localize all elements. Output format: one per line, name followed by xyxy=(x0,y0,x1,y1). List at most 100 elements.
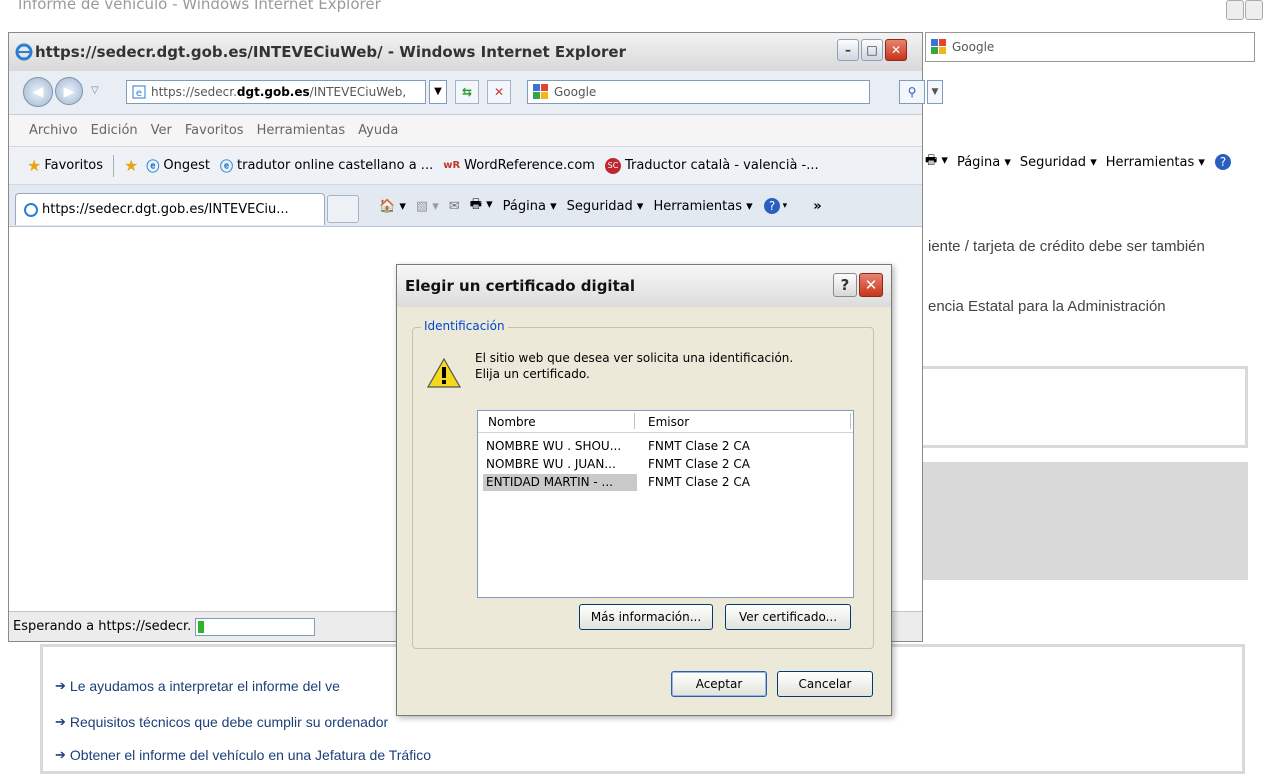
home-icon[interactable]: 🏠 ▾ xyxy=(379,199,406,214)
command-bar: 🏠 ▾ ▧ ▾ ✉ 🖶 ▾ Página ▾ Seguridad ▾ Herra… xyxy=(379,195,832,217)
background-link-interpret[interactable]: ➔ Le ayudamos a interpretar el informe de… xyxy=(55,678,340,694)
certificate-dialog: Elegir un certificado digital ? ✕ Identi… xyxy=(396,264,892,716)
page-menu[interactable]: Página ▾ xyxy=(503,199,557,214)
refresh-icon[interactable]: ⇆ xyxy=(455,80,479,104)
svg-text:?: ? xyxy=(768,199,774,213)
warning-icon xyxy=(427,358,461,388)
chevron-down-icon[interactable]: ▾ xyxy=(783,201,788,211)
progress-bar xyxy=(195,617,316,636)
favorite-link-ongest[interactable]: ⓔ Ongest xyxy=(146,156,210,175)
search-options-chevron-icon[interactable]: ▼ xyxy=(927,80,943,104)
minimize-icon[interactable] xyxy=(1226,0,1244,20)
column-divider[interactable] xyxy=(634,413,635,429)
help-icon[interactable]: ? xyxy=(763,197,781,215)
add-favorite-icon[interactable]: ★ xyxy=(124,156,138,175)
close-icon[interactable]: ✕ xyxy=(859,273,883,297)
print-icon[interactable]: 🖶 ▾ xyxy=(470,195,493,217)
favorite-link-traductor[interactable]: SC Traductor català - valencià -... xyxy=(604,157,819,174)
help-icon[interactable]: ? xyxy=(1214,153,1232,171)
accept-button[interactable]: Aceptar xyxy=(671,671,767,697)
tab-sedecr[interactable]: https://sedecr.dgt.gob.es/INTEVECiu... xyxy=(15,193,325,225)
url-input[interactable]: e https://sedecr. dgt.gob.es/INTEVECiuWeb… xyxy=(126,80,426,104)
search-input[interactable]: Google ⚲ ▼ xyxy=(527,80,943,104)
menu-ayuda[interactable]: Ayuda xyxy=(358,123,398,138)
background-text-line2: encia Estatal para la Administración xyxy=(928,298,1166,315)
menu-herramientas[interactable]: Herramientas xyxy=(257,123,346,138)
background-window-title: Informe de vehículo - Windows Internet E… xyxy=(18,0,381,13)
maximize-icon[interactable] xyxy=(1245,0,1263,20)
chevron-down-icon[interactable]: ▽ xyxy=(91,85,99,96)
arrow-icon: ➔ xyxy=(55,714,66,729)
forward-icon[interactable]: ▶ xyxy=(55,77,83,105)
tools-menu[interactable]: Herramientas ▾ xyxy=(653,199,752,214)
column-divider xyxy=(850,413,851,429)
background-page-menu[interactable]: Página ▾ xyxy=(957,155,1011,170)
background-panel xyxy=(905,366,1248,448)
background-window-buttons xyxy=(1225,0,1265,22)
svg-text:?: ? xyxy=(1220,155,1226,169)
background-tools-menu[interactable]: Herramientas ▾ xyxy=(1106,155,1205,170)
menu-ver[interactable]: Ver xyxy=(151,123,172,138)
background-link-requirements[interactable]: ➔ Requisitos técnicos que debe cumplir su… xyxy=(55,714,388,730)
loading-icon xyxy=(24,202,38,217)
maximize-icon[interactable]: □ xyxy=(861,39,883,61)
group-label: Identificación xyxy=(421,319,508,333)
background-command-bar: 🖶 ▾ Página ▾ Seguridad ▾ Herramientas ▾ … xyxy=(925,148,1265,176)
more-info-button[interactable]: Más información... xyxy=(579,604,713,630)
ie-title-bar: https://sedecr.dgt.gob.es/INTEVECiuWeb/ … xyxy=(9,33,922,71)
ie-window-title: https://sedecr.dgt.gob.es/INTEVECiuWeb/ … xyxy=(35,43,627,61)
list-item[interactable]: NOMBRE WU . JUAN... FNMT Clase 2 CA xyxy=(484,455,844,473)
list-item-selected[interactable]: ENTIDAD MARTIN - ... FNMT Clase 2 CA xyxy=(483,473,844,491)
back-icon[interactable]: ◀ xyxy=(23,77,53,107)
star-icon: ★ xyxy=(27,156,42,175)
help-question-icon[interactable]: ? xyxy=(833,273,857,297)
menu-bar: Archivo Edición Ver Favoritos Herramient… xyxy=(9,115,922,147)
progress-fill xyxy=(198,620,205,633)
menu-edicion[interactable]: Edición xyxy=(91,123,138,138)
minimize-icon[interactable]: – xyxy=(837,39,859,61)
softcatala-icon: SC xyxy=(604,157,621,174)
background-security-menu[interactable]: Seguridad ▾ xyxy=(1020,155,1097,170)
page-icon: ⓔ xyxy=(146,160,160,175)
arrow-icon: ➔ xyxy=(55,678,66,693)
page-icon: e xyxy=(132,85,146,99)
ie-icon xyxy=(15,43,33,61)
cancel-button[interactable]: Cancelar xyxy=(777,671,873,697)
rss-icon[interactable]: ▧ ▾ xyxy=(416,199,439,214)
url-dropdown-button[interactable]: ▼ xyxy=(429,80,447,104)
list-header: Nombre Emisor xyxy=(478,411,853,433)
dialog-title-bar: Elegir un certificado digital ? ✕ xyxy=(397,265,891,307)
column-header-emisor[interactable]: Emisor xyxy=(648,415,689,429)
column-header-nombre[interactable]: Nombre xyxy=(488,415,536,429)
favorite-link-wordreference[interactable]: wR WordReference.com xyxy=(443,158,595,173)
menu-favoritos[interactable]: Favoritos xyxy=(185,123,244,138)
mail-icon[interactable]: ✉ xyxy=(449,199,460,214)
close-icon[interactable]: ✕ xyxy=(885,39,907,61)
background-text-line1: iente / tarjeta de crédito debe ser tamb… xyxy=(928,238,1205,255)
background-link-jefatura[interactable]: ➔ Obtener el informe del vehículo en una … xyxy=(55,747,431,763)
status-text: Esperando a https://sedecr. xyxy=(13,619,192,634)
print-icon[interactable]: 🖶 ▾ xyxy=(925,151,948,173)
google-icon xyxy=(931,39,946,54)
favorites-button[interactable]: ★ Favoritos xyxy=(27,156,103,175)
view-certificate-button[interactable]: Ver certificado... xyxy=(725,604,851,630)
arrow-icon: ➔ xyxy=(55,747,66,762)
divider xyxy=(113,154,115,177)
dialog-message: El sitio web que desea ver solicita una … xyxy=(475,351,794,381)
background-search-input[interactable]: Google xyxy=(925,32,1255,62)
new-tab-button[interactable] xyxy=(327,195,359,223)
dialog-title: Elegir un certificado digital xyxy=(405,277,636,295)
certificate-list[interactable]: Nombre Emisor NOMBRE WU . SHOU... FNMT C… xyxy=(477,410,854,598)
favorite-link-tradutor[interactable]: ⓔ tradutor online castellano a ... xyxy=(220,156,433,175)
search-icon[interactable]: ⚲ xyxy=(899,80,925,104)
overflow-chevron-icon[interactable]: » xyxy=(813,199,821,214)
stop-icon[interactable]: ✕ xyxy=(487,80,511,104)
list-item[interactable]: NOMBRE WU . SHOU... FNMT Clase 2 CA xyxy=(484,437,844,455)
google-icon xyxy=(533,84,548,99)
page-icon: ⓔ xyxy=(219,160,233,175)
svg-text:e: e xyxy=(136,88,142,99)
menu-archivo[interactable]: Archivo xyxy=(29,123,78,138)
address-bar: ◀ ▶ ▽ e https://sedecr. dgt.gob.es/INTEVE… xyxy=(9,71,943,115)
identification-group: Identificación El sitio web que desea ve… xyxy=(412,319,874,649)
security-menu[interactable]: Seguridad ▾ xyxy=(567,199,644,214)
